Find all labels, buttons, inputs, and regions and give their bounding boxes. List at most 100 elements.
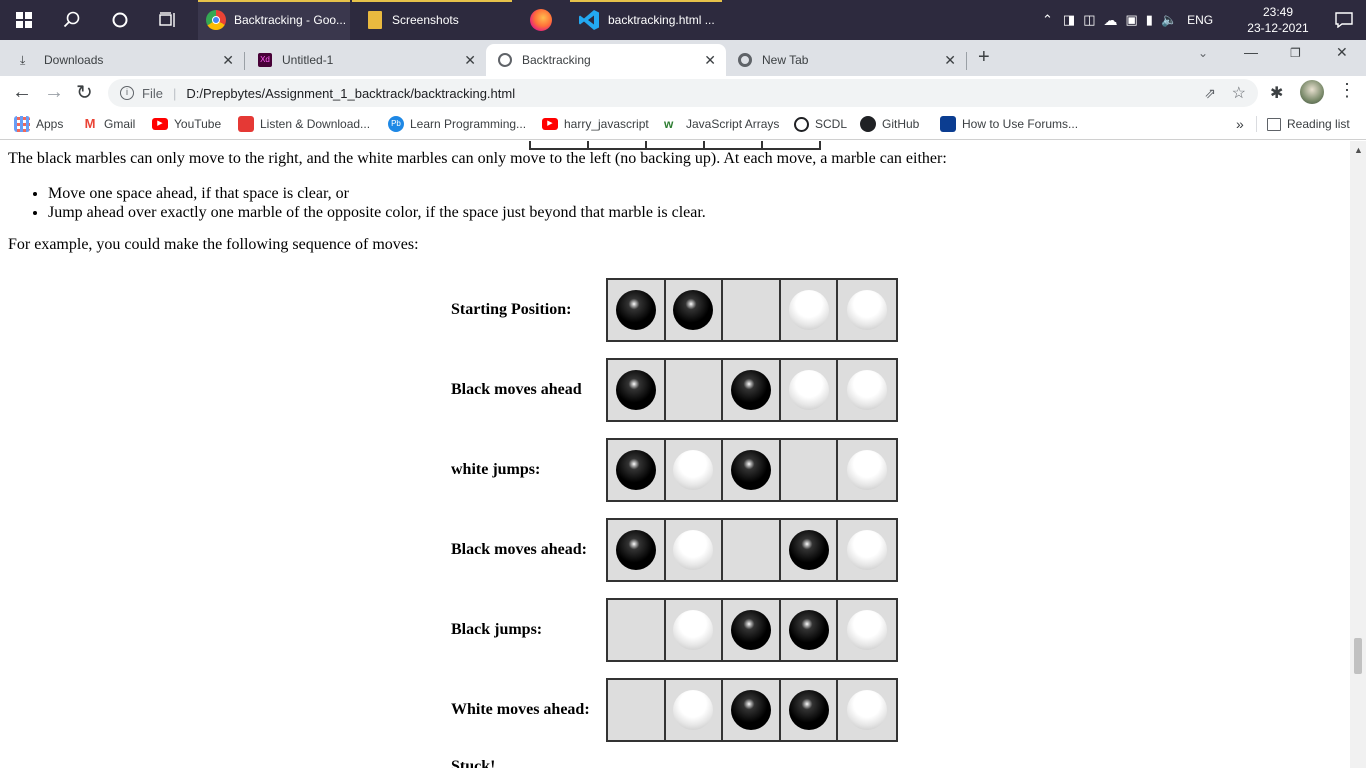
- bookmark-github[interactable]: GitHub: [860, 110, 919, 138]
- white-marble: [673, 530, 714, 570]
- board-cell: [723, 680, 781, 740]
- intro-paragraph: The black marbles can only move to the r…: [8, 150, 947, 167]
- bookmark-star-icon[interactable]: ☆: [1232, 83, 1246, 103]
- volume-icon[interactable]: 🔈: [1161, 12, 1177, 28]
- scroll-up-arrow-icon[interactable]: ▲: [1354, 145, 1363, 155]
- cortana-button[interactable]: [96, 0, 144, 40]
- clock[interactable]: 23:49 23-12-2021: [1246, 0, 1310, 40]
- info-icon[interactable]: i: [120, 86, 134, 100]
- language-indicator[interactable]: ENG: [1187, 13, 1213, 27]
- menu-icon[interactable]: ⋮: [1338, 80, 1356, 101]
- board-label: White moves ahead:: [451, 701, 590, 718]
- bookmark-youtube[interactable]: ▶ YouTube: [152, 110, 221, 138]
- board-cell: [666, 520, 724, 580]
- board-cell: [608, 520, 666, 580]
- bookmark-gmail[interactable]: M Gmail: [82, 110, 136, 138]
- close-icon[interactable]: ✕: [222, 52, 234, 69]
- bookmark-harry-javascript[interactable]: ▶ harry_javascript: [542, 110, 649, 138]
- reload-button[interactable]: ↻: [76, 80, 93, 105]
- start-button[interactable]: [0, 0, 48, 40]
- notification-icon: [1335, 12, 1353, 28]
- taskbar-app-chrome[interactable]: Backtracking - Goo...: [198, 0, 350, 40]
- taskbar-app-label: Screenshots: [392, 13, 459, 27]
- cortana-icon: [112, 12, 128, 28]
- apps-grid-icon: [14, 116, 30, 132]
- board-cell: [781, 360, 839, 420]
- taskbar-app-explorer[interactable]: Screenshots: [352, 0, 512, 40]
- white-marble: [788, 370, 829, 410]
- profile-avatar[interactable]: [1300, 80, 1324, 104]
- marble-board: [606, 518, 898, 582]
- display-icon[interactable]: ▣: [1126, 12, 1138, 28]
- scrollbar[interactable]: ▲: [1350, 141, 1366, 768]
- board-cell: [781, 520, 839, 580]
- back-button[interactable]: ←: [12, 81, 32, 104]
- white-marble: [847, 290, 888, 330]
- search-button[interactable]: [48, 0, 96, 40]
- board-cell: [781, 280, 839, 340]
- list-item: Move one space ahead, if that space is c…: [48, 184, 706, 203]
- tab-untitled[interactable]: Xd Untitled-1 ✕: [246, 44, 486, 76]
- bookmark-scdl[interactable]: SCDL: [794, 110, 847, 138]
- list-item: Jump ahead over exactly one marble of th…: [48, 203, 706, 222]
- board-label: Black moves ahead: [451, 381, 582, 398]
- tab-downloads[interactable]: ⤓ Downloads ✕: [0, 44, 244, 76]
- address-bar[interactable]: i File | D:/Prepbytes/Assignment_1_backt…: [108, 79, 1258, 107]
- scrollbar-thumb[interactable]: [1354, 638, 1362, 674]
- marble-board: [606, 358, 898, 422]
- prepbytes-icon: Pb: [388, 116, 404, 132]
- notification-button[interactable]: [1322, 0, 1366, 40]
- forward-button[interactable]: →: [44, 81, 64, 104]
- close-icon[interactable]: ✕: [464, 52, 476, 69]
- bookmark-listen-download[interactable]: Listen & Download...: [238, 110, 370, 138]
- bookmark-apps[interactable]: Apps: [14, 110, 63, 138]
- onedrive-icon[interactable]: ☁: [1104, 12, 1118, 29]
- black-marble: [731, 450, 772, 490]
- extensions-icon[interactable]: ✱: [1270, 83, 1283, 103]
- close-window-button[interactable]: ✕: [1336, 44, 1348, 61]
- close-icon[interactable]: ✕: [944, 52, 956, 69]
- board-cell: [838, 520, 896, 580]
- new-tab-button[interactable]: +: [978, 46, 990, 69]
- marble-board: [606, 278, 898, 342]
- meet-icon[interactable]: ◫: [1083, 12, 1095, 28]
- taskbar-app-vscode[interactable]: backtracking.html ...: [570, 0, 722, 40]
- marble-board: [606, 598, 898, 662]
- board-cell: [666, 680, 724, 740]
- board-cell: [838, 440, 896, 500]
- task-view-button[interactable]: [144, 0, 192, 40]
- restore-button[interactable]: ❐: [1290, 46, 1301, 60]
- tab-label: Untitled-1: [282, 53, 334, 67]
- bookmark-how-to-use-forums[interactable]: How to Use Forums...: [940, 110, 1078, 138]
- reading-list-button[interactable]: Reading list: [1267, 110, 1350, 138]
- marble-board: [606, 438, 898, 502]
- system-tray: ⌃ ◨ ◫ ☁ ▣ ▮ 🔈 ENG: [1042, 0, 1213, 40]
- tab-backtracking[interactable]: Backtracking ✕: [486, 44, 726, 76]
- taskbar-app-label: Backtracking - Goo...: [234, 13, 347, 27]
- bookmark-learn-programming[interactable]: Pb Learn Programming...: [388, 110, 526, 138]
- board-cell: [608, 680, 666, 740]
- white-marble: [847, 530, 888, 570]
- bookmark-javascript-arrays[interactable]: w JavaScript Arrays: [664, 110, 779, 138]
- white-marble: [673, 450, 714, 490]
- board-cell: [608, 280, 666, 340]
- black-marble: [788, 530, 829, 570]
- minimize-button[interactable]: —: [1244, 44, 1258, 60]
- stuck-label: Stuck!: [451, 758, 496, 768]
- close-icon[interactable]: ✕: [704, 52, 716, 69]
- taskbar-app-firefox[interactable]: [516, 0, 566, 40]
- chevron-up-icon[interactable]: ⌃: [1042, 12, 1053, 28]
- board-cell: [723, 600, 781, 660]
- more-bookmarks-button[interactable]: »: [1236, 110, 1244, 138]
- tab-search-chevron-icon[interactable]: ⌄: [1198, 46, 1208, 60]
- board-cell: [666, 360, 724, 420]
- bookmarks-bar: Apps M Gmail ▶ YouTube Listen & Download..…: [0, 110, 1366, 140]
- network-icon[interactable]: ◨: [1063, 12, 1075, 28]
- address-url: D:/Prepbytes/Assignment_1_backtrack/back…: [186, 85, 516, 101]
- chrome-icon: [206, 10, 226, 30]
- tab-new-tab[interactable]: New Tab ✕: [726, 44, 966, 76]
- battery-icon[interactable]: ▮: [1146, 12, 1153, 28]
- share-icon[interactable]: ⇗: [1204, 85, 1216, 102]
- board-cell: [781, 680, 839, 740]
- browser-tab-strip: ⤓ Downloads ✕ Xd Untitled-1 ✕ Backtracki…: [0, 40, 1366, 76]
